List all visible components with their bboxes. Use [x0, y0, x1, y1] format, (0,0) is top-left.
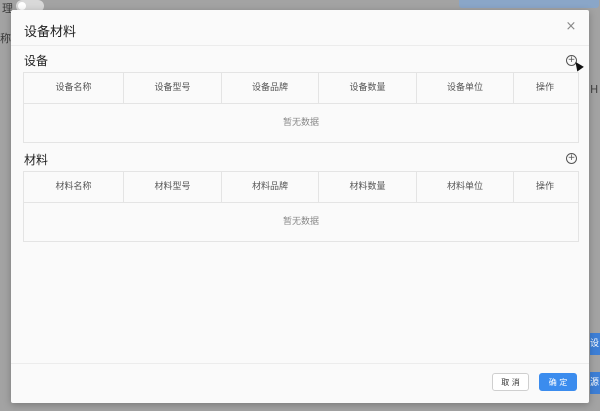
add-material-icon[interactable]: + — [566, 153, 577, 164]
materials-section-title: 材料 — [24, 153, 49, 167]
equipment-table: 设备名称 设备型号 设备品牌 设备数量 设备单位 操作 暂无数据 — [23, 72, 579, 143]
column-header: 设备型号 — [124, 73, 222, 103]
column-header: 设备数量 — [319, 73, 417, 103]
materials-table-header: 材料名称 材料型号 材料品牌 材料数量 材料单位 操作 — [24, 172, 578, 203]
equipment-table-header: 设备名称 设备型号 设备品牌 设备数量 设备单位 操作 — [24, 73, 578, 104]
materials-table: 材料名称 材料型号 材料品牌 材料数量 材料单位 操作 暂无数据 — [23, 171, 579, 242]
confirm-button[interactable]: 确 定 — [539, 373, 577, 391]
column-header: 材料品牌 — [222, 172, 319, 202]
bg-add-button — [459, 0, 599, 8]
equipment-section-title: 设备 — [24, 54, 49, 68]
dialog-header: 设备材料 × — [11, 10, 589, 46]
column-header: 操作 — [535, 182, 554, 192]
empty-state: 暂无数据 — [282, 118, 319, 128]
dialog-footer: 取 消 确 定 — [11, 363, 589, 403]
column-header: 材料单位 — [417, 172, 514, 202]
bg-label-fragment-2: 称 — [0, 32, 11, 45]
cancel-button[interactable]: 取 消 — [492, 373, 529, 391]
column-header: 设备品牌 — [222, 73, 319, 103]
dialog-title: 设备材料 — [24, 25, 77, 40]
column-header: 操作 — [535, 83, 554, 93]
bg-fragment-right: H — [590, 83, 599, 96]
column-header: 设备单位 — [417, 73, 514, 103]
mouse-cursor — [572, 59, 584, 72]
column-header: 材料型号 — [124, 172, 222, 202]
bg-side-button-1: 设 — [590, 333, 600, 355]
equipment-materials-dialog: 设备材料 × 设备 + 设备名称 设备型号 设备品牌 设备数量 设备单位 操作 … — [11, 10, 589, 403]
column-header: 设备名称 — [24, 73, 124, 103]
column-header: 材料名称 — [24, 172, 124, 202]
empty-state: 暂无数据 — [282, 217, 319, 227]
close-icon[interactable]: × — [564, 20, 578, 34]
column-header: 材料数量 — [319, 172, 417, 202]
bg-side-button-2: 源 — [590, 372, 600, 394]
